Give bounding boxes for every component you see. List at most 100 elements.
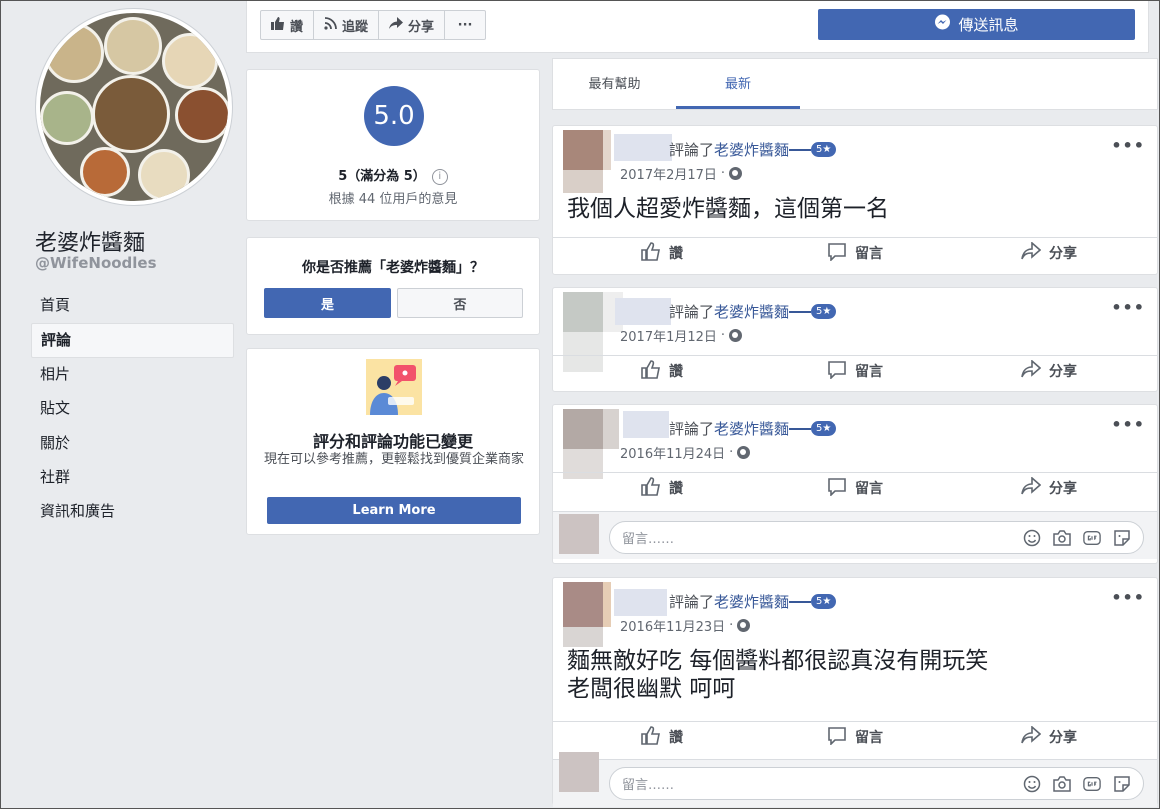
reviewer-avatar[interactable] xyxy=(563,409,619,479)
nav-item-reviews[interactable]: 評論 xyxy=(31,323,234,358)
share-arrow-icon xyxy=(1021,359,1042,382)
review-date-text: 2016年11月24日 xyxy=(620,447,726,462)
camera-icon[interactable] xyxy=(1053,775,1071,793)
nav-item-home[interactable]: 首頁 xyxy=(31,289,234,323)
page-link[interactable]: 老婆炸醬麵 xyxy=(714,301,789,322)
comment-label: 留言 xyxy=(855,364,883,380)
more-icon[interactable]: ••• xyxy=(1111,298,1145,317)
thumbs-up-icon xyxy=(641,241,661,265)
thumbs-up-icon xyxy=(641,476,661,500)
review-date[interactable]: 2017年1月12日 · xyxy=(620,326,743,345)
learn-more-button[interactable]: Learn More xyxy=(267,497,521,524)
share-label: 分享 xyxy=(1049,730,1077,746)
more-options-button[interactable]: ··· xyxy=(445,11,485,39)
recommend-question: 你是否推薦「老婆炸醬麵」？ xyxy=(302,260,484,276)
ratings-change-card: 評分和評論功能已變更 現在可以參考推薦，更輕鬆找到優質企業商家 Learn Mo… xyxy=(246,348,540,535)
reviewer-avatar[interactable] xyxy=(563,582,611,647)
like-button[interactable]: 讚 xyxy=(641,473,683,503)
follow-label: 追蹤 xyxy=(342,19,369,35)
nav-item-photos[interactable]: 相片 xyxy=(31,358,234,392)
page-link[interactable]: 老婆炸醬麵 xyxy=(714,591,789,612)
reviewer-avatar[interactable] xyxy=(563,292,623,372)
tab-newest[interactable]: 最新 xyxy=(676,59,800,109)
globe-icon xyxy=(729,329,743,342)
share-page-label: 分享 xyxy=(408,19,435,35)
page-nav: 首頁 評論 相片 貼文 關於 社群 資訊和廣告 xyxy=(31,289,234,530)
tab-most-helpful[interactable]: 最有幫助 xyxy=(553,59,676,109)
share-button[interactable]: 分享 xyxy=(1021,473,1077,503)
like-button[interactable]: 讚 xyxy=(641,722,683,752)
reviewed-label: 評論了 xyxy=(669,593,715,611)
review-date[interactable]: 2016年11月23日 · xyxy=(620,616,751,635)
sticker-icon[interactable] xyxy=(1113,529,1131,547)
comment-button[interactable]: 留言 xyxy=(827,238,883,268)
comment-label: 留言 xyxy=(855,730,883,746)
share-arrow-icon xyxy=(1021,725,1042,748)
review-header: 評論了 老婆炸醬麵 5★ xyxy=(669,301,837,322)
recommend-card: 你是否推薦「老婆炸醬麵」？ 是 否 xyxy=(246,237,540,335)
average-score: 5.0 xyxy=(364,86,424,146)
review-sort-tabs: 最有幫助 最新 xyxy=(552,58,1158,110)
comment-placeholder: 留言…… xyxy=(622,778,675,793)
nav-item-about[interactable]: 關於 xyxy=(31,427,234,461)
reviewer-avatar[interactable] xyxy=(563,130,611,193)
like-button[interactable]: 讚 xyxy=(641,356,683,386)
follow-button[interactable]: 追蹤 xyxy=(314,11,380,39)
like-button[interactable]: 讚 xyxy=(641,238,683,268)
emoji-icon[interactable] xyxy=(1023,529,1041,547)
review-date[interactable]: 2016年11月24日 · xyxy=(620,443,751,462)
messenger-icon xyxy=(934,14,951,35)
comment-button[interactable]: 留言 xyxy=(827,473,883,503)
share-button[interactable]: 分享 xyxy=(1021,356,1077,386)
review-date[interactable]: 2017年2月17日 · xyxy=(620,164,743,183)
star-rating: 5★ xyxy=(789,594,837,609)
like-label: 讚 xyxy=(669,364,683,380)
like-page-button[interactable]: 讚 xyxy=(261,11,315,39)
recommend-no-button[interactable]: 否 xyxy=(397,288,523,318)
comment-icon xyxy=(827,477,847,500)
camera-icon[interactable] xyxy=(1053,529,1071,547)
emoji-icon[interactable] xyxy=(1023,775,1041,793)
reviewed-label: 評論了 xyxy=(669,303,715,321)
review-card: 評論了 老婆炸醬麵 5★ 2017年2月17日 · ••• 我個人超愛炸醬麵，這… xyxy=(552,125,1158,275)
comment-input[interactable]: 留言…… xyxy=(609,767,1144,800)
composer-tools xyxy=(1023,775,1131,793)
page-link[interactable]: 老婆炸醬麵 xyxy=(714,418,789,439)
share-button[interactable]: 分享 xyxy=(1021,722,1077,752)
gif-icon[interactable] xyxy=(1083,775,1101,793)
review-card: 評論了 老婆炸醬麵 5★ 2016年11月23日 · ••• 麵無敵好吃 每個醬… xyxy=(552,577,1158,807)
share-page-button[interactable]: 分享 xyxy=(379,11,446,39)
share-button[interactable]: 分享 xyxy=(1021,238,1077,268)
more-icon[interactable]: ••• xyxy=(1111,415,1145,434)
star-rating: 5★ xyxy=(789,421,837,436)
review-header: 評論了 老婆炸醬麵 5★ xyxy=(669,139,837,160)
comment-button[interactable]: 留言 xyxy=(827,356,883,386)
recommendation-illustration xyxy=(366,359,422,415)
star-badge: 5★ xyxy=(811,594,837,609)
info-icon[interactable]: i xyxy=(431,168,448,185)
recommend-yes-button[interactable]: 是 xyxy=(264,288,391,318)
send-message-button[interactable]: 傳送訊息 xyxy=(818,9,1135,40)
star-rating: 5★ xyxy=(789,142,837,157)
page-profile-picture[interactable] xyxy=(36,9,232,205)
review-header: 評論了 老婆炸醬麵 5★ xyxy=(669,418,837,439)
review-date-text: 2016年11月23日 xyxy=(620,620,726,635)
nav-item-posts[interactable]: 貼文 xyxy=(31,392,234,426)
comment-icon xyxy=(827,726,847,749)
reviewer-name-redacted xyxy=(614,589,667,616)
review-actions: 讚 留言 分享 xyxy=(553,355,1157,385)
globe-icon xyxy=(737,619,751,632)
comment-label: 留言 xyxy=(855,246,883,262)
comment-composer: 留言…… xyxy=(553,752,1157,807)
comment-input[interactable]: 留言…… xyxy=(609,521,1144,554)
page-handle[interactable]: @WifeNoodles xyxy=(35,254,157,272)
nav-item-community[interactable]: 社群 xyxy=(31,461,234,495)
review-date-text: 2017年1月12日 xyxy=(620,330,717,345)
page-link[interactable]: 老婆炸醬麵 xyxy=(714,139,789,160)
nav-item-info-ads[interactable]: 資訊和廣告 xyxy=(31,495,234,529)
comment-button[interactable]: 留言 xyxy=(827,722,883,752)
gif-icon[interactable] xyxy=(1083,529,1101,547)
more-icon[interactable]: ••• xyxy=(1111,588,1145,607)
more-icon[interactable]: ••• xyxy=(1111,136,1145,155)
sticker-icon[interactable] xyxy=(1113,775,1131,793)
